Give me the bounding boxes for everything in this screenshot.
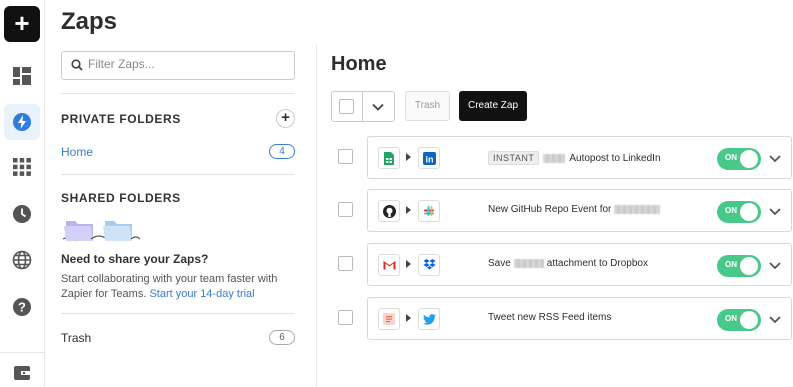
toggle-knob	[740, 203, 758, 221]
linkedin-icon: in	[418, 147, 440, 169]
zap-title-text: New GitHub Repo Event for	[488, 204, 612, 215]
start-trial-link[interactable]: Start your 14-day trial	[149, 288, 254, 300]
zap-on-toggle[interactable]: ON	[717, 201, 761, 223]
redacted-text	[614, 205, 661, 214]
zap-title-text: attachment to Dropbox	[546, 258, 648, 269]
zaps-bolt-icon[interactable]	[4, 104, 40, 140]
globe-icon[interactable]	[7, 245, 37, 275]
toggle-label: ON	[725, 314, 737, 323]
zap-title: New GitHub Repo Event for	[488, 204, 661, 215]
zap-on-toggle[interactable]: ON	[717, 255, 761, 277]
trash-button[interactable]: Trash	[405, 91, 450, 121]
folder-trash[interactable]: Trash 6	[61, 328, 295, 348]
create-plus-button[interactable]: +	[4, 6, 40, 42]
divider	[362, 92, 363, 121]
toggle-label: ON	[725, 153, 737, 162]
left-rail: + ?	[0, 0, 45, 387]
redacted-text	[543, 153, 566, 163]
zap-row-checkbox[interactable]	[338, 149, 353, 164]
search-input[interactable]	[88, 57, 288, 71]
folder-count-badge: 4	[269, 144, 295, 159]
app-title: Zaps	[61, 8, 118, 35]
flow-arrow-icon	[406, 206, 411, 214]
dashboard-icon[interactable]	[7, 61, 37, 91]
zap-on-toggle[interactable]: ON	[717, 148, 761, 170]
create-zap-button[interactable]: Create Zap	[459, 91, 527, 121]
zap-on-toggle[interactable]: ON	[717, 309, 761, 331]
page-title: Home	[331, 53, 387, 75]
toggle-label: ON	[725, 206, 737, 215]
svg-text:?: ?	[18, 300, 26, 315]
chevron-down-icon[interactable]	[768, 314, 782, 326]
twitter-icon	[418, 308, 440, 330]
google-sheets-icon	[378, 147, 400, 169]
svg-text:in: in	[425, 154, 433, 164]
add-folder-button[interactable]: +	[276, 109, 295, 128]
zap-card[interactable]: Tweet new RSS Feed items ON	[367, 297, 792, 340]
shared-folders-illustration	[62, 221, 141, 242]
search-icon	[71, 59, 83, 71]
github-icon	[378, 200, 400, 222]
zap-row-checkbox[interactable]	[338, 310, 353, 325]
apps-grid-icon[interactable]	[7, 152, 37, 182]
divider	[61, 313, 295, 314]
bulk-select[interactable]	[331, 91, 395, 122]
zap-row-checkbox[interactable]	[338, 256, 353, 271]
rail-divider	[0, 352, 45, 353]
zap-card[interactable]: Save attachment to Dropbox ON	[367, 243, 792, 286]
flow-arrow-icon	[406, 153, 411, 161]
shared-folders-heading: SHARED FOLDERS	[61, 191, 181, 205]
zap-card[interactable]: New GitHub Repo Event for ON	[367, 189, 792, 232]
trash-label: Trash	[61, 331, 92, 345]
zap-title-text: Save	[488, 258, 511, 269]
zap-title: Tweet new RSS Feed items	[488, 312, 611, 323]
chevron-down-icon[interactable]	[768, 153, 782, 165]
share-zaps-heading: Need to share your Zaps?	[61, 252, 209, 266]
flow-arrow-icon	[406, 314, 411, 322]
folders-panel: PRIVATE FOLDERS + Home 4 SHARED FOLDERS …	[45, 45, 317, 387]
instant-badge: INSTANT	[488, 151, 540, 165]
gmail-icon	[378, 254, 400, 276]
folder-label: Home	[61, 145, 94, 159]
wallet-icon[interactable]	[7, 358, 37, 387]
select-all-checkbox[interactable]	[339, 99, 354, 114]
toggle-knob	[740, 311, 758, 329]
history-clock-icon[interactable]	[7, 199, 37, 229]
trash-count-badge: 6	[269, 330, 295, 345]
slack-icon	[418, 200, 440, 222]
zap-card[interactable]: in INSTANT Autopost to LinkedIn ON	[367, 136, 792, 179]
filter-zaps-search[interactable]	[61, 51, 295, 80]
chevron-down-icon[interactable]	[768, 206, 782, 218]
zap-title-text: Tweet new RSS Feed items	[488, 312, 612, 323]
private-folders-heading: PRIVATE FOLDERS	[61, 112, 181, 126]
zap-title: INSTANT Autopost to LinkedIn	[488, 151, 661, 165]
dropbox-icon	[418, 254, 440, 276]
zap-row-checkbox[interactable]	[338, 202, 353, 217]
toggle-label: ON	[725, 260, 737, 269]
chevron-down-icon[interactable]	[768, 260, 782, 272]
divider	[61, 93, 295, 94]
chevron-down-icon[interactable]	[371, 100, 385, 114]
flow-arrow-icon	[406, 260, 411, 268]
toggle-knob	[740, 257, 758, 275]
zap-title-text: Autopost to LinkedIn	[569, 152, 661, 164]
zapier-app: + ? Zaps PRIVATE FOLDERS +	[0, 0, 793, 387]
help-icon[interactable]: ?	[7, 292, 37, 322]
divider	[61, 174, 295, 175]
share-zaps-text: Start collaborating with your team faste…	[61, 272, 301, 302]
toggle-knob	[740, 150, 758, 168]
zap-title: Save attachment to Dropbox	[488, 258, 648, 269]
rss-icon	[378, 308, 400, 330]
redacted-text	[513, 259, 544, 268]
folder-home[interactable]: Home 4	[61, 142, 295, 162]
